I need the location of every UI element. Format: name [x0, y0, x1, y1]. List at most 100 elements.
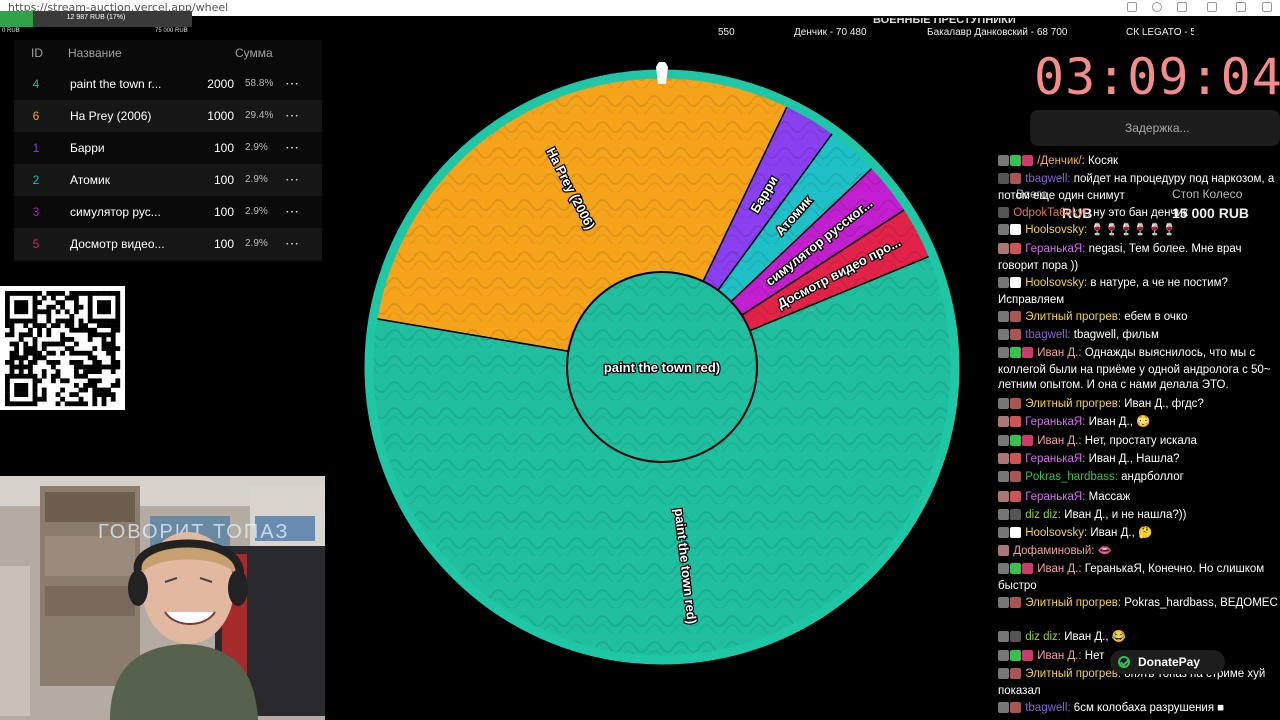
chat-text: 👄: [1097, 545, 1112, 557]
favorites-icon[interactable]: [1177, 2, 1187, 12]
chat-badge-icon: [1010, 631, 1021, 642]
chat-username: Элитный прогрев:: [1025, 311, 1122, 323]
lot-sum[interactable]: 100: [174, 132, 234, 164]
column-header-id: ID: [31, 46, 43, 60]
chat-username: ГеранькаЯ:: [1025, 453, 1086, 465]
delay-button[interactable]: Задержка...: [1030, 110, 1280, 146]
lot-percent: 2.9%: [245, 238, 268, 249]
chat-message: OdpokTa6ekyt: ну это бан денчик: [998, 206, 1278, 223]
chat-badge-icon: [1010, 398, 1021, 409]
menu-icon[interactable]: [1262, 2, 1272, 12]
chat-badges: [998, 702, 1022, 718]
chat-username: Иван Д.:: [1037, 347, 1082, 359]
goal-max-label: 75 000 RUB: [155, 28, 188, 34]
fortune-wheel[interactable]: paint the town red)На Prey (2006) БарриАт…: [362, 62, 964, 670]
chat-username: tbagwell:: [1025, 702, 1071, 714]
chat-username: ГеранькаЯ:: [1025, 416, 1086, 428]
chat-badges: [998, 224, 1022, 240]
lot-sum[interactable]: 100: [174, 196, 234, 228]
table-row[interactable]: 6 На Prey (2006) 1000 29.4% ⋯: [14, 100, 322, 132]
chat-username: Элитный прогрев:: [1025, 597, 1122, 609]
goal-progress-text: 12 987 RUB (17%): [66, 14, 126, 21]
chat-message: Элитный прогрев: ебем в очко: [998, 310, 1278, 327]
ticker-item: 550: [718, 27, 735, 38]
chat-badge-icon: [998, 277, 1009, 288]
chat-badge-icon: [1010, 173, 1021, 184]
chat-text: ебем в очко: [1124, 311, 1188, 323]
lots-table: ID Название Сумма 4 paint the town r... 20…: [14, 40, 322, 262]
chat-badge-icon: [1010, 668, 1021, 679]
browser-url-bar[interactable]: https://stream-auction.vercel.app/wheel: [0, 0, 1280, 16]
chat-text: андрболлог: [1121, 471, 1184, 483]
extension-icon[interactable]: [1127, 2, 1137, 12]
lot-id: 3: [32, 205, 40, 219]
more-options-icon[interactable]: ⋯: [285, 196, 299, 228]
chat-badge-icon: [1010, 277, 1021, 288]
chat-badge-icon: [998, 398, 1009, 409]
chat-badges: [998, 597, 1022, 613]
chat-message: Элитный прогрев: Иван Д., фгдс?: [998, 397, 1278, 414]
chat-badge-icon: [998, 243, 1009, 254]
chat-username: diz diz:: [1025, 631, 1061, 643]
more-options-icon[interactable]: ⋯: [285, 132, 299, 164]
chat-text: Косяк: [1087, 155, 1119, 167]
chat-text: Массаж: [1088, 491, 1131, 503]
chat-badge-icon: [998, 347, 1009, 358]
chat-badge-icon: [1010, 597, 1021, 608]
chat-badge-icon: [998, 668, 1009, 679]
chat-badge-icon: [1022, 435, 1033, 446]
chat-username: Иван Д.:: [1037, 563, 1082, 575]
chat-badge-icon: [998, 224, 1009, 235]
lot-sum[interactable]: 100: [174, 164, 234, 196]
lot-id: 4: [32, 77, 40, 91]
webcam-feed: ГОВОРИТ ТОПАЗ: [0, 476, 325, 720]
chat-message: ГеранькаЯ: Иван Д., 😳: [998, 415, 1278, 432]
chat-username: Дофаминовый:: [1013, 545, 1095, 557]
chat-badges: [998, 155, 1034, 171]
chat-username: Иван Д.:: [1037, 650, 1082, 662]
goal-progress-bar: 12 987 RUB (17%): [0, 11, 192, 27]
chat-username: ГеранькаЯ:: [1025, 491, 1086, 503]
chat-message: ГеранькаЯ: Массаж: [998, 490, 1278, 507]
chat-badge-icon: [1010, 347, 1021, 358]
more-options-icon[interactable]: ⋯: [285, 228, 299, 260]
donation-qr-code: [0, 286, 125, 410]
more-options-icon[interactable]: ⋯: [285, 68, 299, 100]
chat-text: Иван Д., 🤔: [1090, 527, 1153, 539]
collections-icon[interactable]: [1207, 2, 1217, 12]
chat-message: ГеранькаЯ: Иван Д., Нашла?: [998, 452, 1278, 469]
lot-sum[interactable]: 2000: [174, 68, 234, 100]
table-row[interactable]: 2 Атомик 100 2.9% ⋯: [14, 164, 322, 196]
countdown-timer: 03:09:04: [1034, 48, 1280, 106]
more-options-icon[interactable]: ⋯: [285, 164, 299, 196]
lot-sum[interactable]: 100: [174, 228, 234, 260]
chat-badge-icon: [1010, 650, 1021, 661]
chat-badge-icon: [998, 597, 1009, 608]
lot-percent: 2.9%: [245, 206, 268, 217]
chat-badge-icon: [1010, 491, 1021, 502]
table-row[interactable]: 1 Барри 100 2.9% ⋯: [14, 132, 322, 164]
chat-username: Hoolsovsky:: [1025, 224, 1088, 236]
lot-percent: 29.4%: [245, 110, 274, 121]
wheel-pointer-icon: [656, 62, 668, 84]
settings-icon[interactable]: [1236, 2, 1246, 12]
profile-icon[interactable]: [1152, 2, 1162, 12]
table-row[interactable]: 3 симулятор рус... 100 2.9% ⋯: [14, 196, 322, 228]
chat-message: tbagwell: tbagwell, фильм: [998, 328, 1278, 345]
chat-badge-icon: [1010, 224, 1021, 235]
table-row[interactable]: 5 Досмотр видео... 100 2.9% ⋯: [14, 228, 322, 260]
table-row[interactable]: 4 paint the town r... 2000 58.8% ⋯: [14, 68, 322, 100]
chat-text: Нет: [1084, 650, 1105, 662]
chat-username: Hoolsovsky:: [1025, 527, 1088, 539]
ticker-item: СК LEGATO - 5(: [1126, 27, 1194, 38]
chat-badges: [998, 631, 1022, 647]
chat-message: Иван Д.: ГеранькаЯ, Конечно. Но слишком …: [998, 562, 1278, 594]
chat-badges: [998, 509, 1022, 525]
chat-badges: [998, 416, 1022, 432]
more-options-icon[interactable]: ⋯: [285, 100, 299, 132]
lot-sum[interactable]: 1000: [174, 100, 234, 132]
chat-badges: [998, 545, 1010, 561]
chat-username: OdpokTa6ekyt:: [1013, 207, 1090, 219]
wheel-center-label: paint the town red): [604, 360, 720, 375]
chat-badge-icon: [1022, 347, 1033, 358]
